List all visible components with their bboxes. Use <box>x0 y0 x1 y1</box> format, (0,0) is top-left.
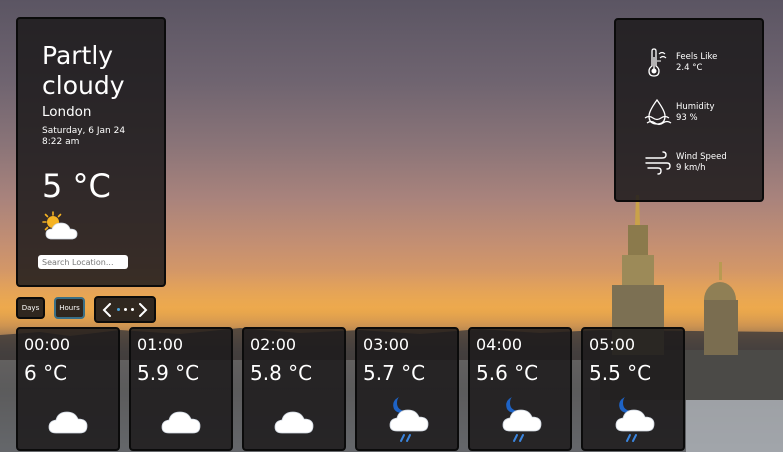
hour-time: 00:00 <box>24 335 71 354</box>
hours-button[interactable]: Hours <box>54 297 85 319</box>
night-cloud-drizzle-icon <box>389 397 429 442</box>
feels-like-stat: Feels Like 2.4 °C <box>644 48 754 80</box>
wind-speed-label: Wind Speed <box>676 152 727 162</box>
feels-like-value: 2.4 °C <box>676 63 703 73</box>
current-temperature: 5 °C <box>42 167 111 205</box>
hourly-card[interactable]: 04:00 5.6 °C <box>468 327 572 451</box>
current-weather-card: Partly cloudy London Saturday, 6 Jan 24 … <box>16 17 166 287</box>
city-name: London <box>42 104 92 120</box>
humidity-drop-icon <box>644 98 672 126</box>
pager-dot-3[interactable] <box>130 308 134 311</box>
pager-dot-1[interactable] <box>116 308 120 311</box>
hour-time: 05:00 <box>589 335 636 354</box>
hourly-card[interactable]: 00:00 6 °C <box>16 327 120 451</box>
partly-cloudy-day-icon <box>42 211 78 240</box>
cloud-icon <box>48 411 88 434</box>
hour-time: 04:00 <box>476 335 523 354</box>
hour-temperature: 5.6 °C <box>476 361 539 385</box>
night-cloud-drizzle-icon <box>502 397 542 442</box>
current-time: 8:22 am <box>42 137 80 147</box>
humidity-label: Humidity <box>676 102 715 112</box>
thermometer-icon <box>648 48 667 77</box>
hourly-card[interactable]: 01:00 5.9 °C <box>129 327 233 451</box>
cloud-icon <box>274 411 314 434</box>
humidity-stat: Humidity 93 % <box>644 98 754 130</box>
current-date: Saturday, 6 Jan 24 <box>42 126 126 136</box>
humidity-value: 93 % <box>676 113 698 123</box>
hour-temperature: 5.8 °C <box>250 361 313 385</box>
hour-time: 03:00 <box>363 335 410 354</box>
chevron-right-icon[interactable] <box>138 302 148 317</box>
hour-temperature: 6 °C <box>24 361 68 385</box>
weather-condition: Partly cloudy <box>42 41 125 100</box>
feels-like-label: Feels Like <box>676 52 718 62</box>
hour-temperature: 5.9 °C <box>137 361 200 385</box>
hour-time: 01:00 <box>137 335 184 354</box>
days-button[interactable]: Days <box>16 297 45 319</box>
hourly-pager <box>94 296 156 323</box>
hour-temperature: 5.7 °C <box>363 361 426 385</box>
pager-dot-2[interactable] <box>123 308 127 311</box>
hourly-card[interactable]: 02:00 5.8 °C <box>242 327 346 451</box>
hourly-card[interactable]: 05:00 5.5 °C <box>581 327 685 451</box>
chevron-left-icon[interactable] <box>102 302 112 317</box>
wind-icon <box>645 151 671 175</box>
night-cloud-drizzle-icon <box>615 397 655 442</box>
hourly-card[interactable]: 03:00 5.7 °C <box>355 327 459 451</box>
hour-time: 02:00 <box>250 335 297 354</box>
hour-temperature: 5.5 °C <box>589 361 652 385</box>
search-location-input[interactable] <box>38 255 128 269</box>
pager-dots <box>116 308 134 311</box>
weather-stats-card: Feels Like 2.4 °C Humidity 93 % Wind Spe… <box>614 18 764 202</box>
wind-speed-stat: Wind Speed 9 km/h <box>644 148 754 180</box>
cloud-icon <box>161 411 201 434</box>
wind-speed-value: 9 km/h <box>676 163 706 173</box>
